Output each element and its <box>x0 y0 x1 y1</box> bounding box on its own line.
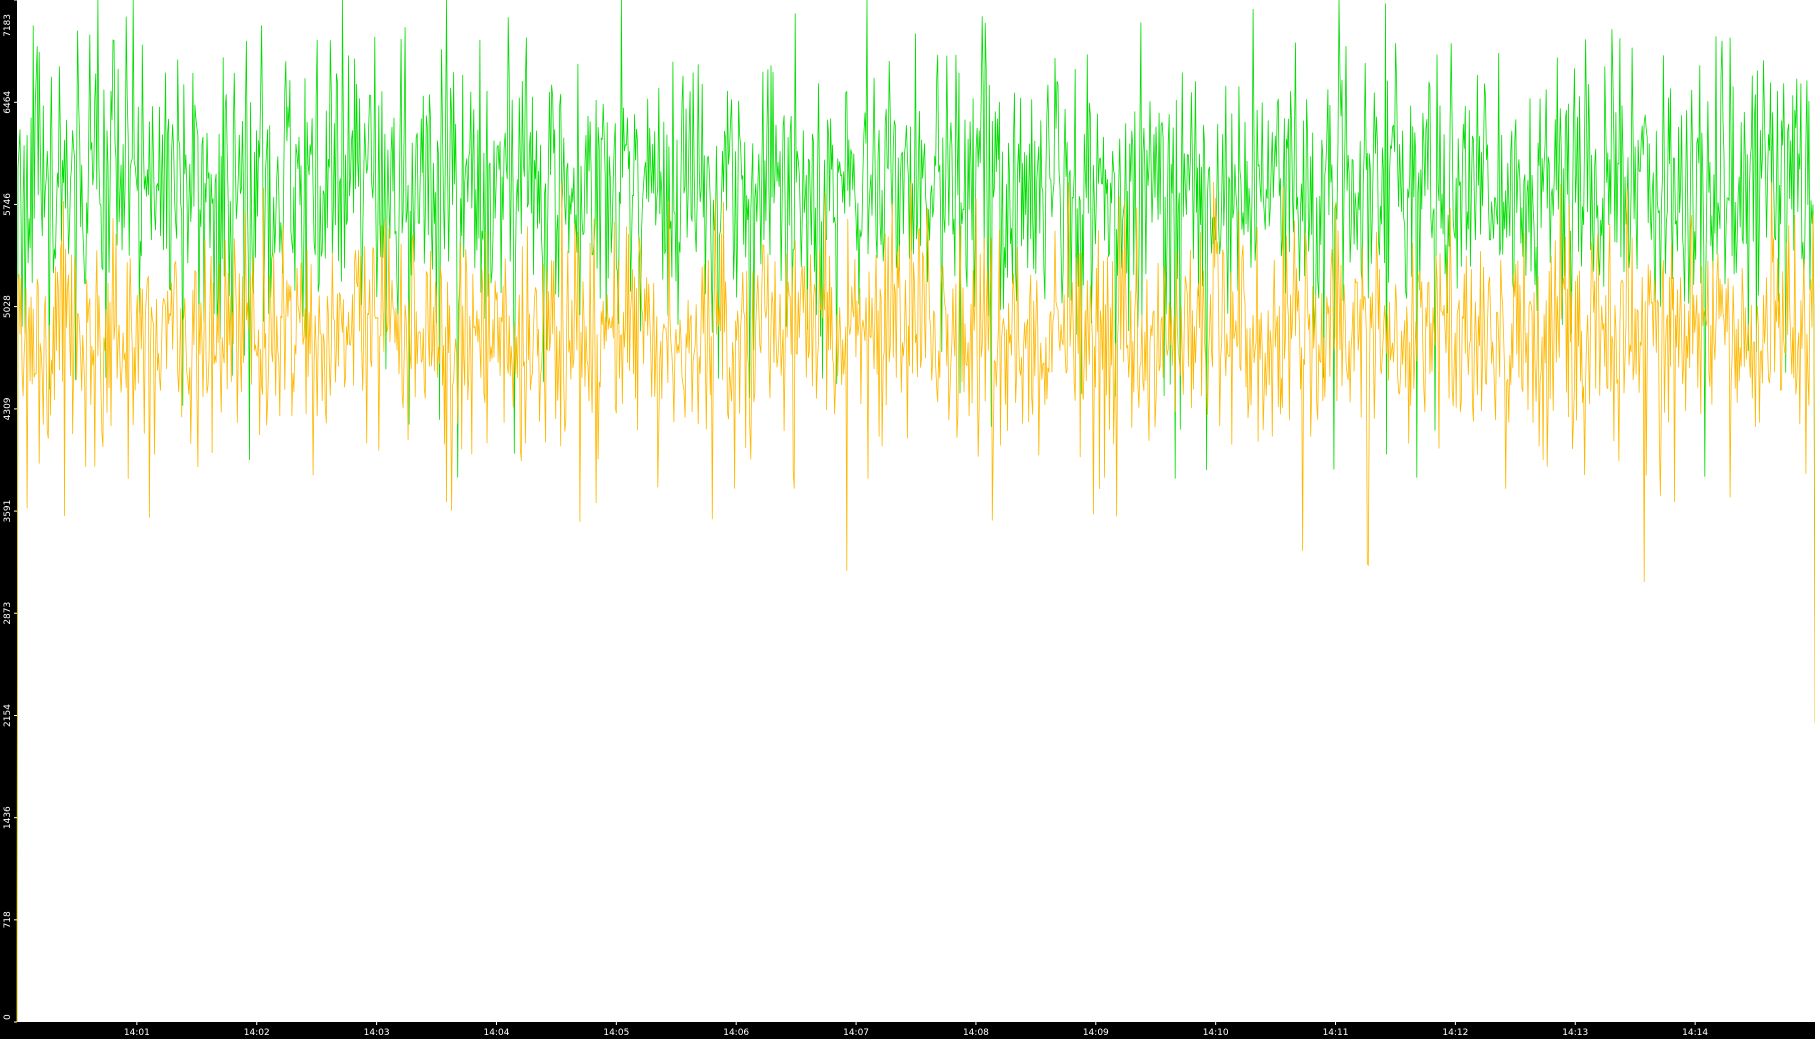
y-tick-label: 3591 <box>3 500 13 523</box>
x-tick-label: 14:12 <box>1442 1028 1468 1038</box>
y-tick-label: 4309 <box>3 397 13 420</box>
x-tick-label: 14:02 <box>244 1028 270 1038</box>
y-tick-label: 5746 <box>3 193 13 216</box>
x-tick-label: 14:13 <box>1562 1028 1588 1038</box>
y-tick-label: 0 <box>3 1014 13 1020</box>
y-tick-label: 5028 <box>3 295 13 318</box>
y-tick-label: 2873 <box>3 602 13 625</box>
x-tick-label: 14:11 <box>1323 1028 1349 1038</box>
x-tick-label: 14:14 <box>1682 1028 1708 1038</box>
y-tick-label: 6464 <box>3 91 13 114</box>
x-tick-label: 14:05 <box>603 1028 629 1038</box>
y-tick-label: 2154 <box>3 704 13 727</box>
x-tick-label: 14:08 <box>963 1028 989 1038</box>
x-tick-label: 14:06 <box>723 1028 749 1038</box>
x-tick-label: 14:07 <box>843 1028 869 1038</box>
x-tick-label: 14:03 <box>364 1028 390 1038</box>
time-series-chart: 0 718 1436 2154 2873 3591 4309 5028 5746 6464 7183… <box>0 0 1815 1039</box>
x-tick-label: 14:09 <box>1083 1028 1109 1038</box>
y-tick-label: 718 <box>3 911 13 928</box>
y-tick-label: 1436 <box>3 806 13 829</box>
y-tick-label: 7183 <box>3 14 13 37</box>
x-tick-label: 14:04 <box>483 1028 509 1038</box>
x-tick-label: 14:01 <box>124 1028 150 1038</box>
x-tick-label: 14:10 <box>1203 1028 1229 1038</box>
